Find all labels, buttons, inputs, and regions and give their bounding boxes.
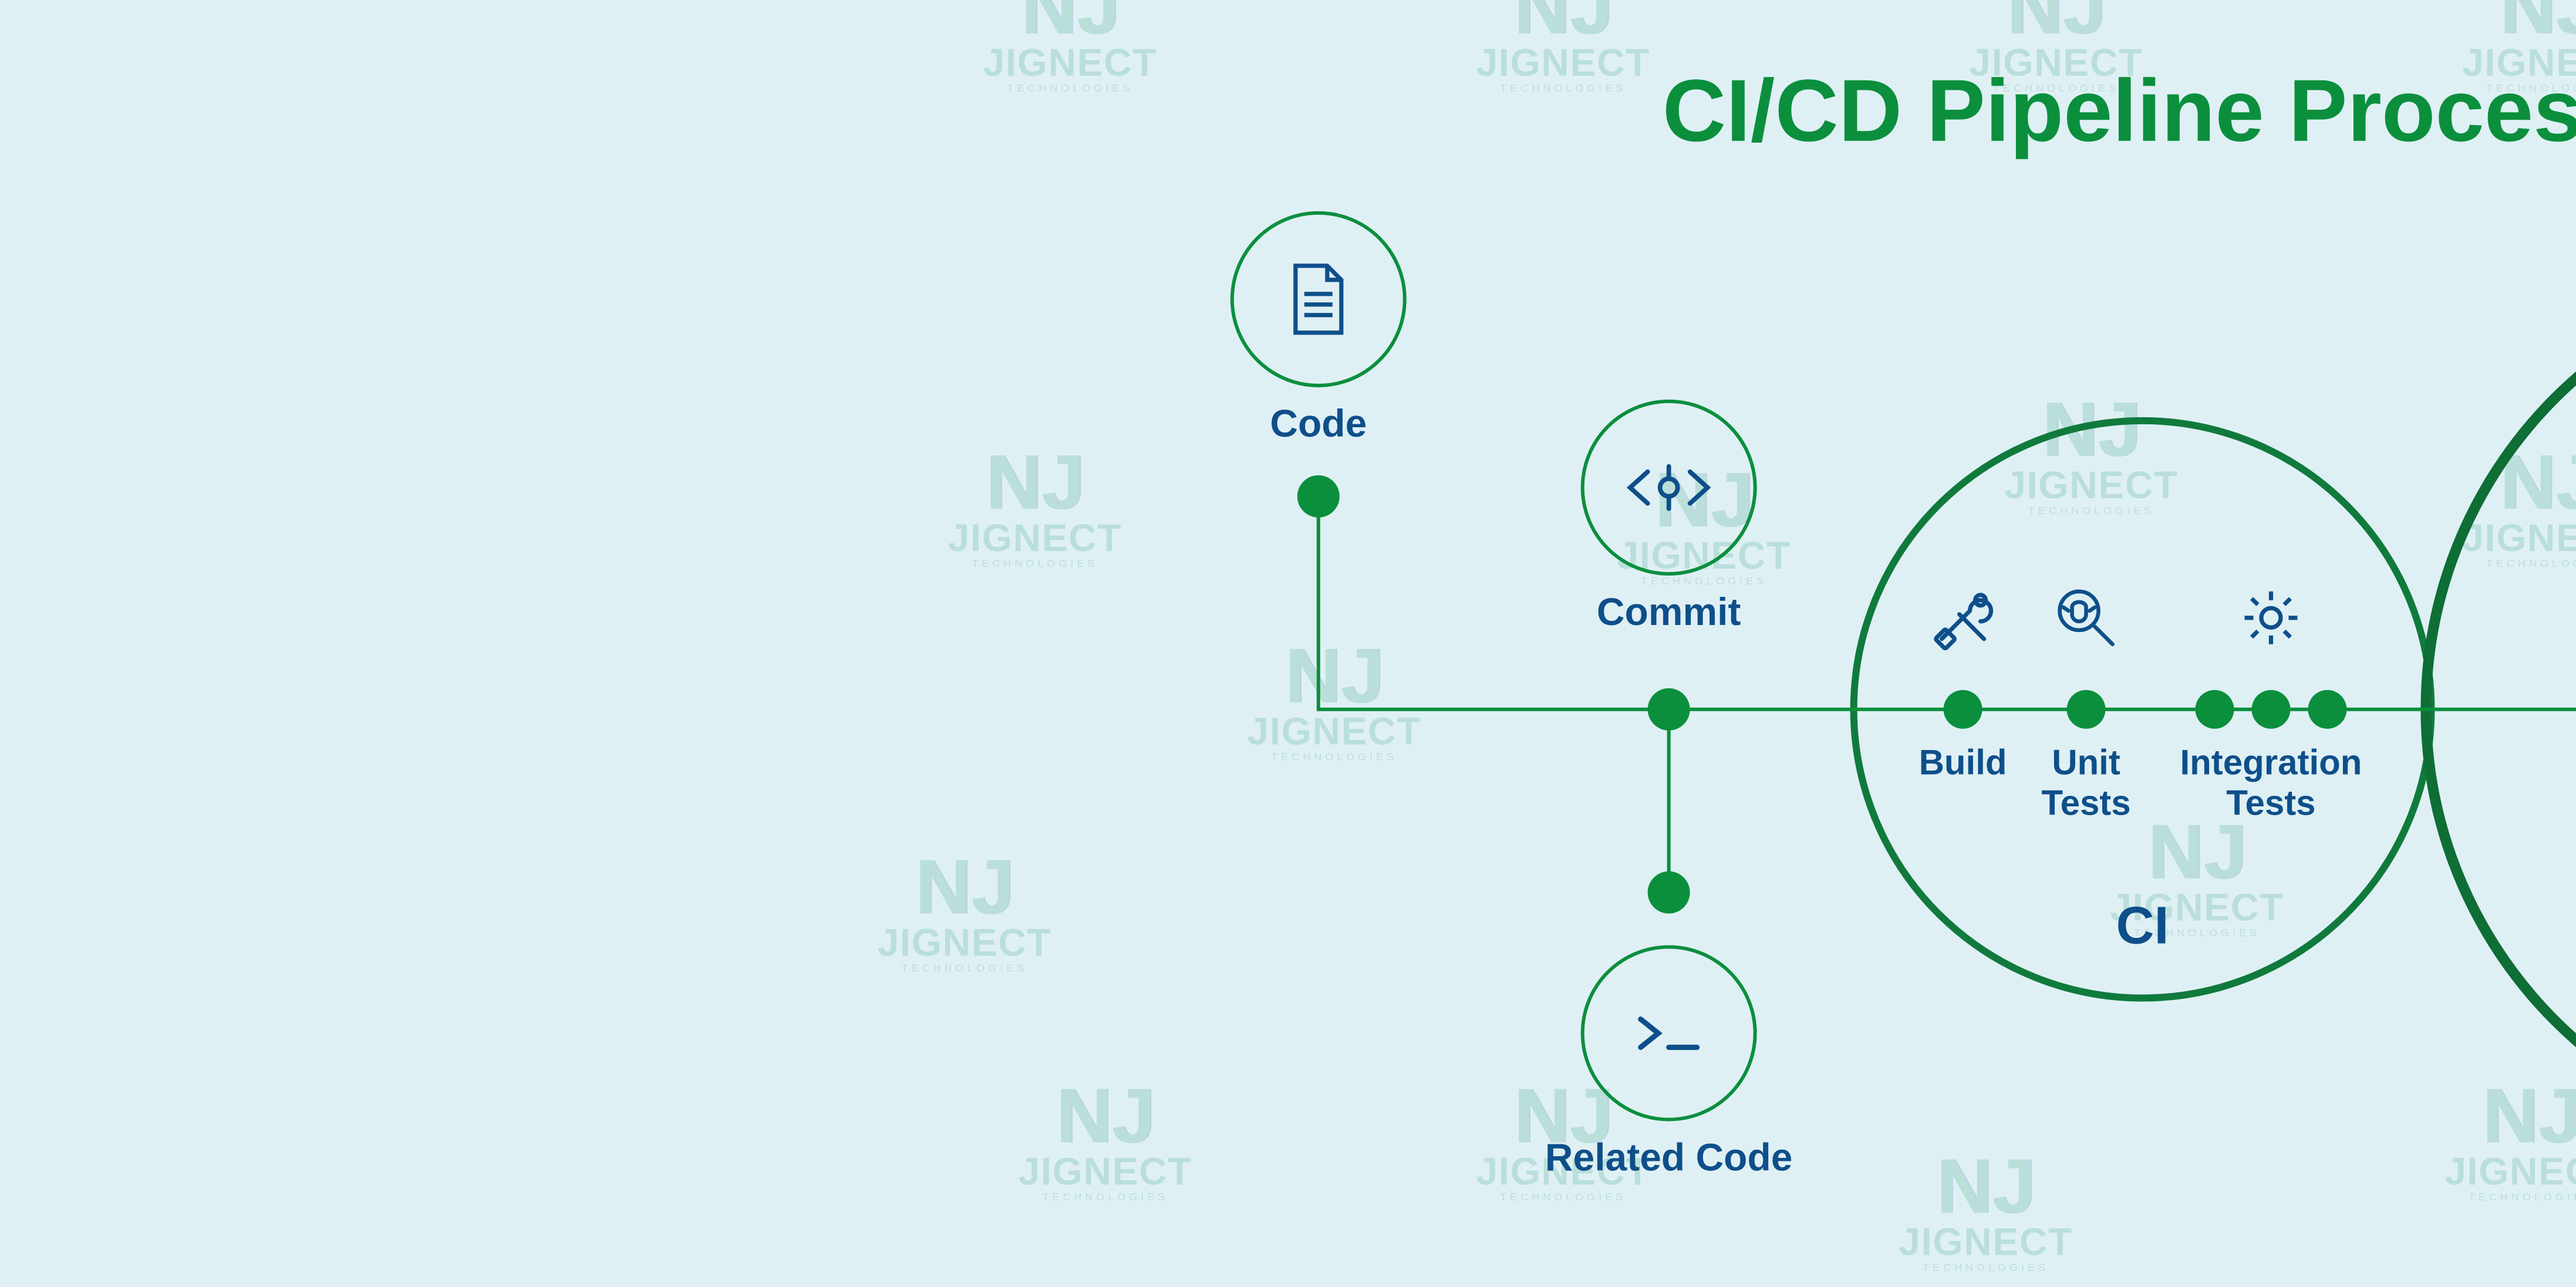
- terminal-prompt-icon: [1626, 1009, 1711, 1058]
- related-code-ring: [1580, 945, 1756, 1122]
- integration-dot-3: [2308, 690, 2346, 729]
- ci-label: CI: [2116, 898, 2169, 958]
- diagram-canvas: NJJIGNECTTECHNOLOGIES NJJIGNECTTECHNOLOG…: [859, 0, 2576, 1287]
- tools-icon: [1927, 583, 1998, 653]
- related-code-label: Related Code: [1545, 1136, 1792, 1180]
- code-dot: [1297, 475, 1339, 518]
- integration-dot-1: [2195, 690, 2234, 729]
- integration-tests-label: Integration Tests: [2180, 745, 2362, 826]
- integration-dot-2: [2251, 690, 2290, 729]
- unit-tests-label: Unit Tests: [2041, 745, 2130, 826]
- document-icon: [1288, 262, 1348, 336]
- build-dot: [1943, 690, 1982, 729]
- commit-ring: [1580, 400, 1756, 576]
- related-code-branch-line: [1667, 708, 1670, 893]
- build-label: Build: [1918, 745, 2007, 785]
- related-code-dot-top: [1647, 871, 1690, 914]
- code-ring: [1230, 211, 1406, 387]
- code-label: Code: [1270, 401, 1367, 446]
- bug-search-icon: [2051, 583, 2121, 653]
- commit-dot: [1647, 688, 1690, 731]
- code-brackets-icon: [1616, 461, 1721, 514]
- diagram-title: CI/CD Pipeline Process: [859, 60, 2576, 162]
- commit-label: Commit: [1596, 590, 1741, 634]
- gear-icon: [2237, 585, 2304, 651]
- unit-tests-dot: [2066, 690, 2105, 729]
